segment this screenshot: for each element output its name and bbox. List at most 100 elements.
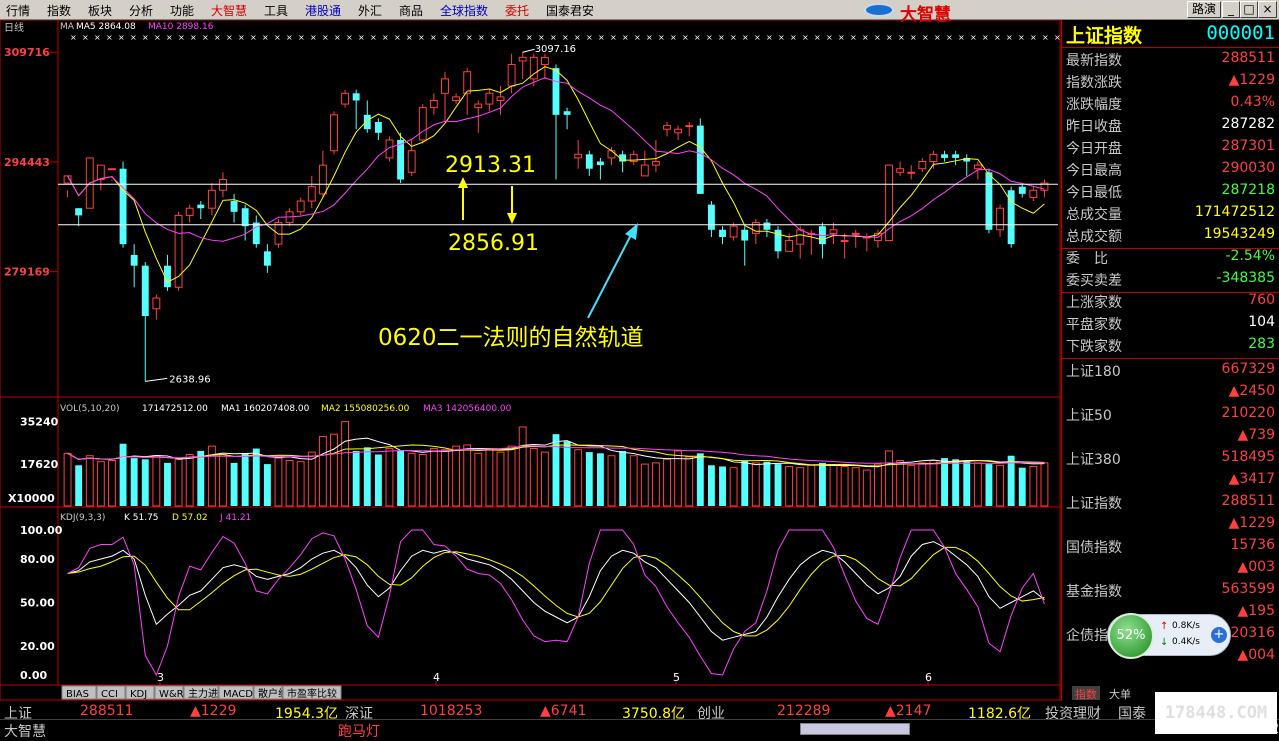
indicator-tab-5[interactable]: MACD — [223, 689, 253, 700]
cursor-mark: × — [1006, 33, 1013, 42]
logo-eye-icon — [864, 3, 894, 17]
cursor-mark: × — [574, 33, 581, 42]
indicator-tab-2[interactable]: KDJ — [130, 689, 147, 700]
menu-10[interactable]: 全球指数 — [440, 2, 488, 19]
kline-chart[interactable]: 日线 MA MA5 2864.08 MA10 2898.16× × × × × × × × × × × × ×… — [0, 20, 1061, 701]
cursor-mark: × — [766, 33, 773, 42]
indicator-tab-3[interactable]: W&R — [159, 689, 184, 700]
indicator-tab-0[interactable]: BIAS — [66, 689, 89, 700]
quote-label-5: 今日最高 — [1066, 163, 1122, 179]
candle-up — [185, 207, 194, 216]
vol-bar-down — [363, 447, 371, 506]
candle-up — [341, 92, 350, 105]
ma-legend-name: MA — [60, 22, 75, 32]
menu-9[interactable]: 商品 — [399, 2, 423, 19]
index-label-3: 上证指数 — [1066, 496, 1122, 512]
vol-bar-down — [119, 443, 127, 506]
low-label: 2638.96 — [169, 374, 210, 385]
vol-bar-down — [197, 450, 205, 506]
cursor-mark: × — [394, 33, 401, 42]
menu-5[interactable]: 大智慧 — [211, 2, 247, 19]
cursor-mark: × — [778, 33, 785, 42]
close-button[interactable]: × — [1258, 1, 1277, 18]
candle-up — [973, 164, 982, 170]
candle-up — [840, 240, 849, 243]
panel-tab-index[interactable]: 指数 — [1072, 686, 1100, 701]
kdj-tick-1: 80.00 — [20, 553, 55, 566]
quote-value-5: 290030 — [1221, 160, 1275, 176]
menu-0[interactable]: 行情 — [6, 2, 30, 19]
vol-bar-up — [452, 445, 461, 507]
minimize-button[interactable]: _ — [1222, 1, 1240, 18]
candle-down — [141, 265, 149, 316]
cursor-mark: × — [634, 33, 641, 42]
vol-bar-down — [374, 454, 382, 506]
ticker-item-11: 1182.6亿 — [968, 706, 1031, 722]
candle-down — [941, 154, 948, 158]
cursor-mark: × — [790, 33, 797, 42]
ticker-scroll-thumb[interactable] — [800, 723, 910, 735]
candle-down — [374, 122, 382, 133]
watermark: 178448.COM — [1155, 692, 1277, 734]
indicator-tab-7[interactable]: 市盈率比较 — [287, 687, 337, 700]
vol-bar-up — [85, 455, 94, 507]
candle-down — [230, 201, 238, 212]
cursor-mark: × — [1018, 33, 1025, 42]
cursor-mark: × — [826, 33, 833, 42]
indicator-tab-1[interactable]: CCI — [101, 689, 118, 700]
menu-1[interactable]: 指数 — [47, 2, 71, 19]
vol-bar-down — [763, 461, 771, 506]
quote-value-2: 0.43% — [1230, 94, 1275, 110]
quote-value-6: 287218 — [1221, 182, 1275, 198]
x-tick-2: 5 — [673, 671, 680, 684]
quote-label-9: 委 比 — [1066, 251, 1108, 267]
cursor-mark: × — [982, 33, 989, 42]
cursor-mark: × — [550, 33, 557, 42]
candle-up — [418, 107, 427, 141]
vol-legend-val: 171472512.00 — [142, 404, 208, 414]
menu-3[interactable]: 分析 — [129, 2, 153, 19]
vol-bar-down — [585, 452, 593, 506]
menu-8[interactable]: 外汇 — [358, 2, 382, 19]
index-change-2: ▲3417 — [1228, 471, 1275, 487]
index-value-6: 20316 — [1230, 625, 1275, 641]
menu-6[interactable]: 工具 — [264, 2, 288, 19]
cursor-mark: × — [382, 33, 389, 42]
kdj-tick-3: 20.00 — [20, 640, 55, 653]
quote-label-11: 上涨家数 — [1066, 295, 1122, 311]
index-value-3: 288511 — [1221, 493, 1275, 509]
candle-up — [918, 161, 927, 170]
vol-bar-up — [108, 460, 116, 507]
expand-plus-icon[interactable]: + — [1211, 627, 1227, 643]
candle-up — [851, 232, 860, 235]
menu-7[interactable]: 港股通 — [305, 2, 341, 19]
roadshow-button[interactable]: 路演 — [1187, 1, 1221, 18]
ticker-item-7: 3750.8亿 — [622, 706, 685, 722]
cursor-mark: × — [646, 33, 653, 42]
candle-up — [429, 99, 438, 109]
quote-label-2: 涨跌幅度 — [1066, 97, 1122, 113]
restore-button[interactable]: □ — [1240, 1, 1258, 18]
net-speed-widget[interactable]: 52% ↑ 0.8K/s ↓ 0.4K/s + — [1107, 613, 1231, 659]
candle-down — [719, 229, 726, 237]
candle-up — [441, 78, 449, 94]
ticker-marquee: 跑马灯 — [338, 724, 380, 740]
vol-legend-ma1: MA1 160207408.00 — [221, 404, 310, 414]
cursor-mark: × — [850, 33, 857, 42]
vol-bar-up — [1040, 462, 1049, 507]
candle-up — [274, 222, 283, 245]
candle-up — [796, 229, 805, 245]
cursor-mark: × — [742, 33, 749, 42]
quote-label-13: 下跌家数 — [1066, 339, 1122, 355]
vol-bar-down — [596, 453, 604, 506]
cursor-mark: × — [706, 33, 713, 42]
quote-value-0: 288511 — [1221, 50, 1275, 66]
vol-legend-ma3: MA3 142056400.00 — [423, 404, 512, 414]
menu-11[interactable]: 委托 — [505, 2, 529, 19]
cursor-mark: × — [898, 33, 905, 42]
cursor-mark: × — [454, 33, 461, 42]
menu-12[interactable]: 国泰君安 — [546, 2, 594, 19]
menu-2[interactable]: 板块 — [88, 2, 112, 19]
panel-tab-bigorder[interactable]: 大单 — [1106, 686, 1134, 701]
menu-4[interactable]: 功能 — [170, 2, 194, 19]
